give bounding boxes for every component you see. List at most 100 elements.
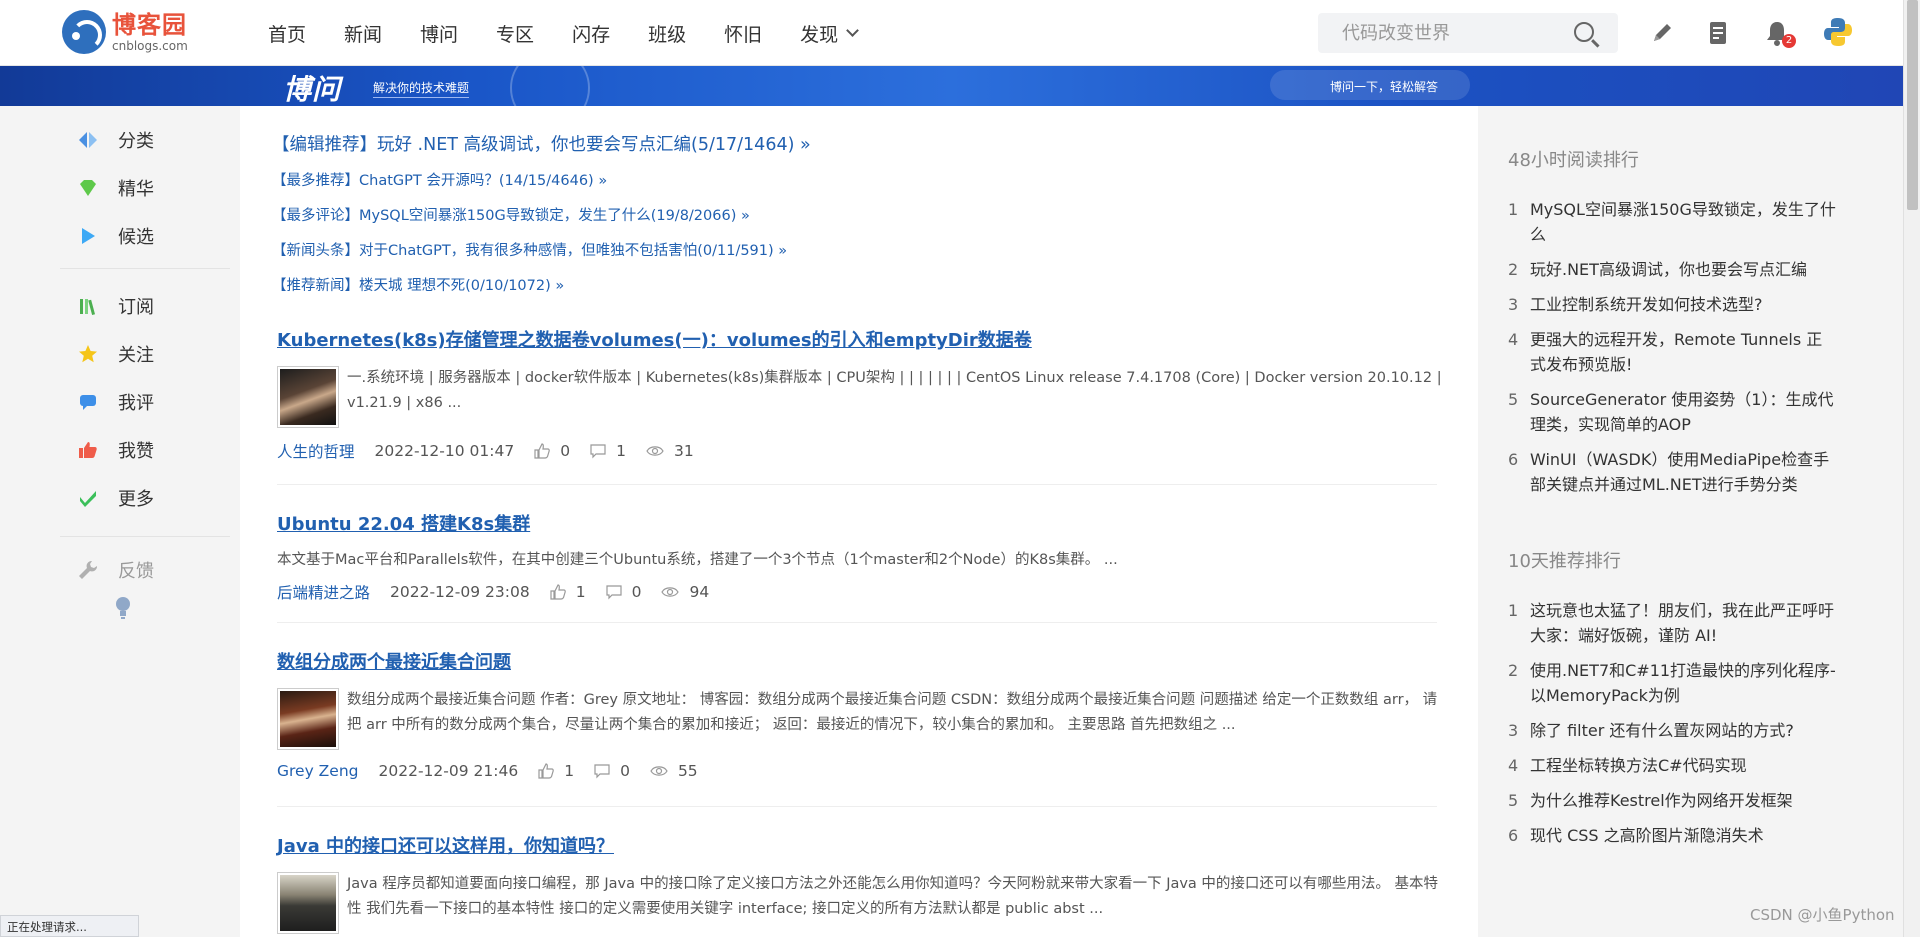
post-title[interactable]: 数组分成两个最接近集合问题 — [277, 652, 511, 673]
featured-link[interactable]: 【编辑推荐】玩好 .NET 高级调试，你也要会写点汇编(5/17/1464) » — [272, 131, 811, 156]
list-item[interactable]: 2 玩好.NET高级调试，你也要会写点汇编 — [1508, 257, 1838, 282]
post-title[interactable]: Kubernetes(k8s)存储管理之数据卷volumes(一)：volume… — [277, 330, 1032, 351]
like-button[interactable]: 1 — [550, 583, 586, 601]
nav-class[interactable]: 班级 — [648, 20, 686, 47]
like-button[interactable]: 0 — [534, 442, 570, 460]
nav-q[interactable]: 博问 — [420, 20, 458, 47]
comment-count: 0 — [631, 583, 642, 601]
page-scrollbar[interactable] — [1903, 0, 1920, 937]
sidebar-divider — [60, 536, 230, 537]
sidebar-item-label: 更多 — [118, 489, 154, 510]
sidebar-item-feedback[interactable]: 反馈 — [60, 546, 230, 594]
sidebar-item-candidate[interactable]: 候选 — [60, 212, 230, 260]
featured-link[interactable]: 【最多推荐】ChatGPT 会开源吗？(14/15/4646) » — [272, 169, 607, 190]
right-sidebar: 48小时阅读排行 1 MySQL空间暴涨150G导致锁定，发生了什么 2 玩好.NE… — [1478, 106, 1903, 937]
books-icon — [80, 299, 96, 315]
post-item: 数组分成两个最接近集合问题 数组分成两个最接近集合问题 作者：Grey 原文地址… — [277, 648, 1449, 780]
rank-item-title: 使用.NET7和C#11打造最快的序列化程序-以MemoryPack为例 — [1530, 661, 1836, 705]
sidebar-item-label: 候选 — [118, 227, 154, 248]
nav-discover[interactable]: 发现 — [800, 20, 859, 47]
comment-button[interactable]: 0 — [594, 762, 630, 780]
post-item: Kubernetes(k8s)存储管理之数据卷volumes(一)：volume… — [277, 326, 1449, 462]
sidebar-item-my-likes[interactable]: 我赞 — [60, 426, 230, 474]
scrollbar-thumb[interactable] — [1907, 0, 1918, 210]
post-author[interactable]: Grey Zeng — [277, 762, 359, 780]
comment-button[interactable]: 0 — [605, 583, 642, 601]
author-avatar[interactable] — [277, 872, 339, 934]
post-author[interactable]: 后端精进之路 — [277, 581, 370, 603]
sidebar-item-label: 反馈 — [118, 561, 154, 582]
featured-link[interactable]: 【推荐新闻】楼天城 理想不死(0/10/1072) » — [272, 274, 564, 295]
sidebar-item-featured[interactable]: 精华 — [60, 164, 230, 212]
pencil-icon[interactable] — [1647, 18, 1677, 48]
nav-discover-label: 发现 — [800, 23, 839, 46]
sidebar-item-follow[interactable]: 关注 — [60, 330, 230, 378]
list-item[interactable]: 5 SourceGenerator 使用姿势（1）：生成代理类，实现简单的AOP — [1508, 387, 1838, 437]
post-excerpt: Java 程序员都知道要面向接口编程，那 Java 中的接口除了定义接口方法之外… — [347, 876, 1439, 917]
banner-decoration — [510, 66, 590, 106]
nav-news[interactable]: 新闻 — [344, 20, 382, 47]
comment-button[interactable]: 1 — [590, 442, 626, 460]
nav-ing[interactable]: 闪存 — [572, 20, 610, 47]
list-item[interactable]: 1 这玩意也太猛了！朋友们，我在此严正呼吁大家：端好饭碗，谨防 AI! — [1508, 598, 1838, 648]
watermark: CSDN @小鱼Python — [1750, 906, 1895, 924]
list-item[interactable]: 4 工程坐标转换方法C#代码实现 — [1508, 753, 1838, 778]
author-avatar[interactable] — [277, 366, 339, 428]
rank-item-title: 更强大的远程开发，Remote Tunnels 正式发布预览版! — [1530, 330, 1823, 374]
top-header: 博客园 cnblogs.com 首页 新闻 博问 专区 闪存 班级 怀旧 发现 … — [0, 0, 1903, 66]
rank-48h-list: 1 MySQL空间暴涨150G导致锁定，发生了什么 2 玩好.NET高级调试，你也要… — [1508, 197, 1838, 507]
list-item[interactable]: 4 更强大的远程开发，Remote Tunnels 正式发布预览版! — [1508, 327, 1838, 377]
search-input[interactable] — [1318, 22, 1558, 44]
banner-slogan: 博问一下，轻松解答 — [1330, 80, 1439, 94]
post-meta: 人生的哲理 2022-12-10 01:47 0 1 31 — [277, 440, 1449, 462]
list-item[interactable]: 2 使用.NET7和C#11打造最快的序列化程序-以MemoryPack为例 — [1508, 658, 1838, 708]
site-logo[interactable]: 博客园 cnblogs.com — [62, 10, 188, 54]
nav-home[interactable]: 首页 — [268, 20, 306, 47]
post-meta: 后端精进之路 2022-12-09 23:08 1 0 94 — [277, 581, 1449, 603]
featured-link[interactable]: 【最多评论】MySQL空间暴涨150G导致锁定，发生了什么(19/8/2066)… — [272, 204, 750, 225]
sidebar-item-subscribe[interactable]: 订阅 — [60, 282, 230, 330]
post-title[interactable]: Java 中的接口还可以这样用，你知道吗？ — [277, 836, 614, 857]
thumbs-up-icon — [538, 763, 554, 779]
sidebar-item-category[interactable]: 分类 — [60, 116, 230, 164]
rank-item-title: SourceGenerator 使用姿势（1）：生成代理类，实现简单的AOP — [1530, 390, 1834, 434]
view-count-item: 31 — [646, 442, 694, 460]
eye-icon — [650, 766, 668, 776]
rank-item-title: 玩好.NET高级调试，你也要会写点汇编 — [1530, 260, 1807, 279]
post-author[interactable]: 人生的哲理 — [277, 440, 355, 462]
author-avatar[interactable] — [277, 688, 339, 750]
rank-10d-list: 1 这玩意也太猛了！朋友们，我在此严正呼吁大家：端好饭碗，谨防 AI! 2 使用.N… — [1508, 598, 1838, 858]
list-item[interactable]: 3 工业控制系统开发如何技术选型? — [1508, 292, 1838, 317]
lightbulb-icon[interactable] — [114, 596, 132, 620]
comment-icon — [605, 585, 622, 600]
sidebar-item-more[interactable]: 更多 — [60, 474, 230, 522]
post-excerpt: 一.系统环境 | 服务器版本 | docker软件版本 | Kubernetes… — [347, 370, 1442, 411]
sidebar-group-personal: 订阅 关注 我评 我赞 更多 — [60, 282, 230, 522]
sidebar-item-label: 我赞 — [118, 441, 154, 462]
sidebar-group-misc: 反馈 — [60, 546, 230, 624]
list-item[interactable]: 6 现代 CSS 之高阶图片渐隐消失术 — [1508, 823, 1838, 848]
list-item[interactable]: 1 MySQL空间暴涨150G导致锁定，发生了什么 — [1508, 197, 1838, 247]
notification-bell[interactable]: 2 — [1762, 18, 1796, 48]
view-count-item: 94 — [661, 583, 709, 601]
notebook-icon[interactable] — [1703, 18, 1733, 48]
nav-zone[interactable]: 专区 — [496, 20, 534, 47]
list-item[interactable]: 5 为什么推荐Kestrel作为网络开发框架 — [1508, 788, 1838, 813]
main-nav: 首页 新闻 博问 专区 闪存 班级 怀旧 发现 — [268, 0, 895, 66]
list-item[interactable]: 3 除了 filter 还有什么置灰网站的方式? — [1508, 718, 1838, 743]
thumbs-up-icon — [534, 443, 550, 459]
q-banner[interactable]: 博问 解决你的技术难题 博问一下，轻松解答 — [0, 66, 1903, 106]
like-button[interactable]: 1 — [538, 762, 574, 780]
search-icon[interactable] — [1574, 22, 1594, 42]
gem-icon — [80, 180, 96, 196]
post-divider — [277, 806, 1437, 807]
post-divider — [277, 622, 1437, 623]
sidebar-item-label: 我评 — [118, 393, 154, 414]
python-avatar-icon[interactable] — [1822, 16, 1854, 48]
featured-link[interactable]: 【新闻头条】对于ChatGPT，我有很多种感情，但唯独不包括害怕(0/11/59… — [272, 239, 787, 260]
post-divider — [277, 484, 1437, 485]
list-item[interactable]: 6 WinUI（WASDK）使用MediaPipe检查手部关键点并通过ML.NET… — [1508, 447, 1838, 497]
post-title[interactable]: Ubuntu 22.04 搭建K8s集群 — [277, 514, 530, 535]
sidebar-item-my-comments[interactable]: 我评 — [60, 378, 230, 426]
nav-nostalgia[interactable]: 怀旧 — [724, 20, 762, 47]
